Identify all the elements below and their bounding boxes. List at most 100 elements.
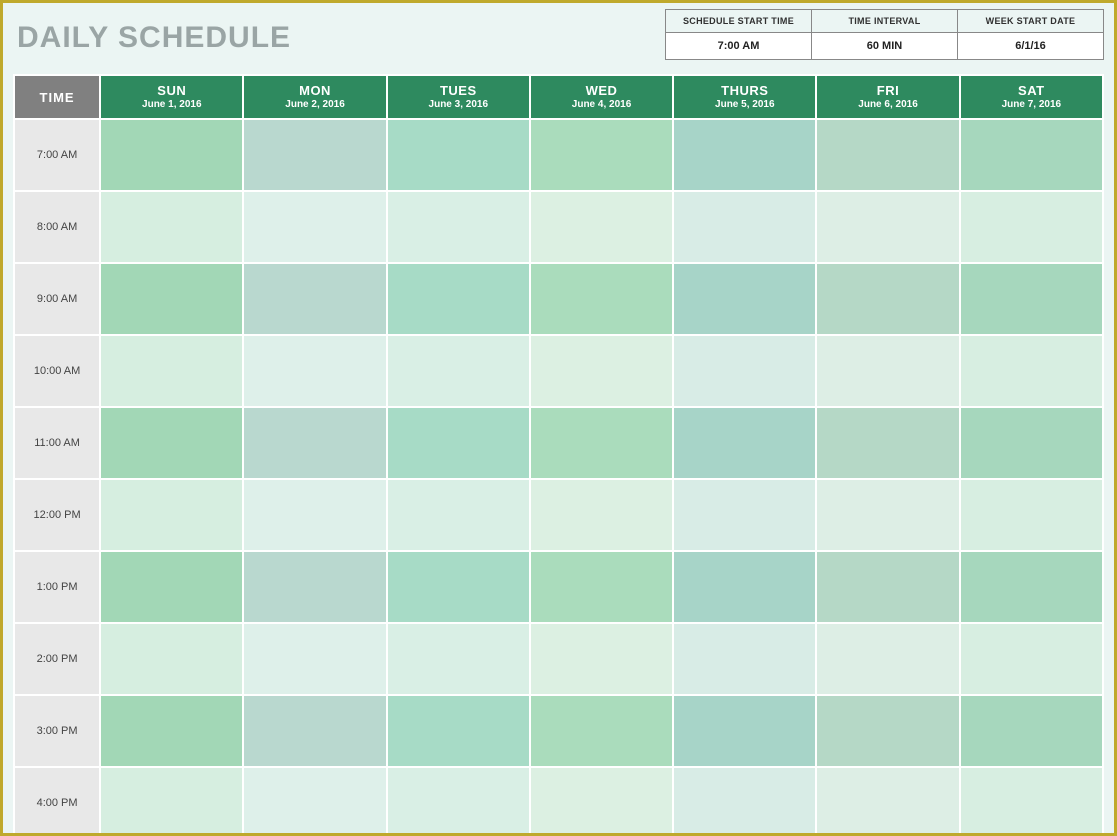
schedule-cell[interactable] [100,191,243,263]
param-week-start-label: WEEK START DATE [958,10,1103,33]
schedule-cell[interactable] [530,623,673,695]
schedule-cell[interactable] [960,335,1103,407]
schedule-cell[interactable] [673,551,816,623]
schedule-cell[interactable] [673,623,816,695]
schedule-cell[interactable] [100,767,243,836]
param-week-start-value[interactable]: 6/1/16 [958,33,1103,59]
schedule-cell[interactable] [816,767,959,836]
schedule-cell[interactable] [387,695,530,767]
schedule-cell[interactable] [387,407,530,479]
schedule-cell[interactable] [243,623,386,695]
schedule-cell[interactable] [387,623,530,695]
schedule-cell[interactable] [243,335,386,407]
schedule-cell[interactable] [387,551,530,623]
schedule-cell[interactable] [530,479,673,551]
time-label: 10:00 AM [14,335,100,407]
schedule-cell[interactable] [100,479,243,551]
page-title: DAILY SCHEDULE [17,21,291,55]
day-header-thurs: THURSJune 5, 2016 [673,75,816,119]
schedule-cell[interactable] [243,551,386,623]
schedule-cell[interactable] [387,479,530,551]
schedule-cell[interactable] [816,335,959,407]
day-abbr: THURS [674,83,815,99]
schedule-cell[interactable] [530,407,673,479]
schedule-cell[interactable] [816,479,959,551]
schedule-cell[interactable] [530,695,673,767]
schedule-cell[interactable] [387,767,530,836]
time-label: 8:00 AM [14,191,100,263]
schedule-cell[interactable] [960,767,1103,836]
day-abbr: WED [531,83,672,99]
schedule-frame: DAILY SCHEDULE SCHEDULE START TIME 7:00 … [0,0,1117,836]
schedule-cell[interactable] [243,695,386,767]
day-date: June 3, 2016 [388,98,529,111]
day-header-sat: SATJune 7, 2016 [960,75,1103,119]
schedule-cell[interactable] [100,623,243,695]
schedule-cell[interactable] [816,695,959,767]
schedule-cell[interactable] [673,407,816,479]
schedule-cell[interactable] [530,119,673,191]
schedule-cell[interactable] [960,263,1103,335]
schedule-cell[interactable] [387,191,530,263]
time-row: 7:00 AM [14,119,1103,191]
param-interval: TIME INTERVAL 60 MIN [811,9,957,60]
schedule-cell[interactable] [100,263,243,335]
schedule-cell[interactable] [100,551,243,623]
schedule-cell[interactable] [530,767,673,836]
time-row: 10:00 AM [14,335,1103,407]
schedule-cell[interactable] [816,551,959,623]
schedule-cell[interactable] [243,119,386,191]
time-header: TIME [14,75,100,119]
schedule-cell[interactable] [100,335,243,407]
schedule-cell[interactable] [100,407,243,479]
param-week-start: WEEK START DATE 6/1/16 [957,9,1103,60]
schedule-cell[interactable] [243,191,386,263]
time-label: 9:00 AM [14,263,100,335]
schedule-cell[interactable] [243,767,386,836]
schedule-cell[interactable] [243,407,386,479]
header-row: TIME SUNJune 1, 2016 MONJune 2, 2016 TUE… [14,75,1103,119]
schedule-cell[interactable] [960,623,1103,695]
param-start-time-value[interactable]: 7:00 AM [666,33,811,59]
schedule-cell[interactable] [673,479,816,551]
schedule-cell[interactable] [960,479,1103,551]
schedule-cell[interactable] [387,263,530,335]
schedule-cell[interactable] [816,407,959,479]
day-date: June 2, 2016 [244,98,385,111]
schedule-cell[interactable] [960,191,1103,263]
schedule-cell[interactable] [816,119,959,191]
day-abbr: MON [244,83,385,99]
schedule-cell[interactable] [960,119,1103,191]
schedule-cell[interactable] [673,263,816,335]
time-row: 4:00 PM [14,767,1103,836]
schedule-cell[interactable] [960,551,1103,623]
day-abbr: SUN [101,83,242,99]
schedule-cell[interactable] [243,479,386,551]
time-label: 12:00 PM [14,479,100,551]
param-interval-label: TIME INTERVAL [812,10,957,33]
schedule-cell[interactable] [100,119,243,191]
schedule-cell[interactable] [960,407,1103,479]
param-start-time-label: SCHEDULE START TIME [666,10,811,33]
schedule-cell[interactable] [816,191,959,263]
schedule-cell[interactable] [673,335,816,407]
schedule-cell[interactable] [816,623,959,695]
time-label: 7:00 AM [14,119,100,191]
schedule-cell[interactable] [530,263,673,335]
schedule-cell[interactable] [673,119,816,191]
param-interval-value[interactable]: 60 MIN [812,33,957,59]
schedule-cell[interactable] [530,191,673,263]
schedule-cell[interactable] [530,335,673,407]
schedule-cell[interactable] [673,695,816,767]
schedule-cell[interactable] [816,263,959,335]
schedule-body: 7:00 AM 8:00 AM 9:00 AM 10:00 AM 11:00 A… [14,119,1103,836]
schedule-cell[interactable] [100,695,243,767]
schedule-cell[interactable] [243,263,386,335]
schedule-cell[interactable] [960,695,1103,767]
schedule-cell[interactable] [673,191,816,263]
schedule-cell[interactable] [387,335,530,407]
schedule-cell[interactable] [530,551,673,623]
schedule-grid-wrap: TIME SUNJune 1, 2016 MONJune 2, 2016 TUE… [3,60,1114,836]
schedule-cell[interactable] [387,119,530,191]
schedule-cell[interactable] [673,767,816,836]
